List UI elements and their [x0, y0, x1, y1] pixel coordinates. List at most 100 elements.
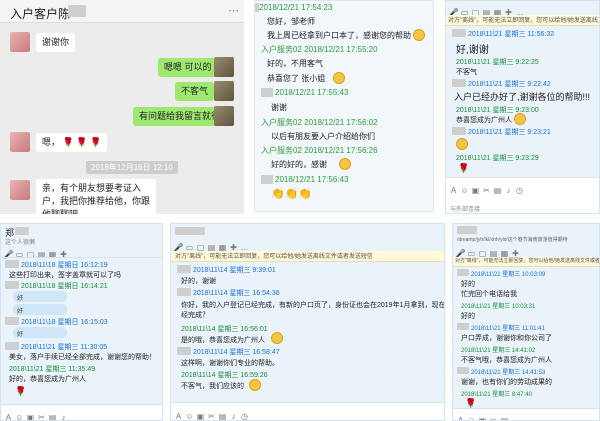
sender-time: 入户服务02 2018/12/21 17:55:20 — [261, 45, 378, 54]
message-text: 好的 — [461, 281, 475, 288]
avatar — [214, 81, 234, 101]
image-icon[interactable]: ▣ — [477, 416, 488, 420]
message-bubble: 嗯， 🌹 🌹 🌹 — [36, 133, 108, 152]
history-icon[interactable]: ◷ — [239, 412, 250, 420]
timestamp: 2018年12月16日 12:10 — [86, 161, 178, 174]
clap-emoji-icon: 👏👏👏 — [271, 188, 313, 200]
smile-emoji-icon — [271, 332, 283, 344]
emoji-icon[interactable]: ☺ — [14, 413, 25, 420]
grin-emoji-icon — [456, 138, 468, 150]
message-input-area[interactable]: A ☺ ▣ ✂ ▤ ♪ ◷ 与外部连接 — [446, 177, 599, 213]
redacted-name — [15, 227, 29, 235]
sender-time: 2018\11\21 星期三 11:56:32 — [468, 31, 555, 38]
message-bubble: 好 — [13, 327, 67, 338]
offline-notice: 对方"离线"，可能无法立即回复，您可以给他/她发送离线文件或者发送短信 — [446, 15, 599, 26]
qq-chat-panel: 🎤▭▢▤▦✚… 对方"离线"，可能无法立即回复，您可以给他/她发送离线文件或者发… — [170, 223, 445, 421]
message-text: 你好，我的入户登记已经完成，有新的户口页了，身份证也会在2019年1月拿到，现在… — [181, 302, 445, 309]
message-text: 以后有朋友要入户介绍给你们 — [271, 132, 375, 141]
redacted-name — [457, 269, 469, 276]
rose-icon: 🌹 🌹 🌹 — [62, 137, 102, 147]
message-text: 好 — [17, 332, 24, 338]
message-text: 好,谢谢 — [456, 45, 489, 56]
chat-toolbar: 🎤 ▭ ▢ ▤ ▦ ✚… — [173, 237, 250, 252]
sender-time: 2018\11\18 星期日 16:15:03 — [21, 319, 108, 326]
sender-time: 2018\11\21 星期三 10:03:31 — [461, 304, 536, 310]
message-input-area[interactable]: A ☺ ▣ ✂ ▤ ♪ ◷ — [171, 402, 444, 420]
chat-toolbar: 🎤 ▭ ▢ ▤ ▦ ✚ — [455, 243, 521, 258]
history-icon[interactable]: ◷ — [514, 186, 525, 195]
message-input-area[interactable]: A ☺ ▣ ✂ ▤ — [453, 408, 599, 420]
sender-time: 2018\11\21 星期三 11:01:41 — [471, 326, 545, 332]
font-icon[interactable]: A — [448, 186, 459, 195]
message-text: 户口弄成，谢谢你和你公司了 — [461, 335, 552, 342]
sender-time: 2018\11\21 星期三 14:41:53 — [471, 370, 546, 376]
grin-emoji-icon — [333, 72, 345, 84]
avatar — [214, 106, 234, 126]
redacted-name — [452, 29, 466, 37]
scissors-icon[interactable]: ✂ — [481, 186, 492, 195]
wechat-chat-panel: 入户客户陈 ⋯ 谢谢你 嗯嗯 可以的 不客气 有问题给我留言就行 嗯， 🌹 🌹 … — [0, 0, 244, 214]
qq-chat-panel: 郑 这个人很懒 🎤 ▭ ▢ ▤ ▦ ✚ 2018\11\18 星期日 16:12:19 这… — [0, 223, 163, 421]
sender-time: 2018\11\21 星期三 10:03:09 — [471, 272, 546, 278]
folder-icon[interactable]: ▤ — [217, 412, 228, 420]
folder-icon[interactable]: ▤ — [499, 416, 510, 420]
font-icon[interactable]: A — [455, 416, 466, 420]
chat-toolbar: 🎤 ▭ ▢ ▤ ▦ ✚… — [448, 2, 525, 17]
message-bubble: 不客气 — [175, 82, 215, 101]
redacted-name — [457, 226, 477, 234]
mic-icon[interactable]: ♪ — [503, 186, 514, 195]
sender-time: 2018\11\18 星期日 16:12:19 — [21, 262, 108, 269]
sender-time: 入户服务02 2018/12/21 17:56:02 — [261, 118, 378, 127]
divider — [1, 257, 162, 258]
message-bubble: 谢谢你 — [36, 33, 76, 52]
redacted-name — [261, 88, 273, 97]
chat-signature: /dreamp/jyh/lkl/xhh/ylx/这个春节海南旅游值得期待 — [457, 237, 568, 243]
sender-time: 2018\11\14 星期三 16:56:01 — [181, 326, 268, 333]
image-icon[interactable]: ▣ — [25, 413, 36, 420]
sender-time: 2018/12/21 17:54:23 — [259, 3, 333, 12]
more-icon[interactable]: ⋯ — [228, 5, 239, 17]
sender-time: 2018\11\14 星期三 16:58:47 — [193, 349, 280, 356]
font-icon[interactable]: A — [3, 413, 14, 420]
sender-time: 入户服务02 2018/12/21 17:56:26 — [261, 146, 378, 155]
folder-icon[interactable]: ▤ — [492, 186, 503, 195]
message-text: 您好，邹老师 — [267, 17, 315, 26]
image-icon[interactable]: ▣ — [470, 186, 481, 195]
emoji-icon[interactable]: ☺ — [184, 412, 195, 420]
sender-time: 2018\11\21 星期三 9:23:00 — [456, 107, 539, 114]
message-text: 忙完回个电话给我 — [461, 291, 517, 298]
mic-icon[interactable]: ♪ — [58, 413, 69, 420]
qq-chat-panel: /dreamp/jyh/lkl/xhh/ylx/这个春节海南旅游值得期待 🎤 ▭ ▢… — [452, 223, 600, 421]
font-icon[interactable]: A — [173, 412, 184, 420]
redacted-name — [177, 288, 191, 296]
message-input-area[interactable]: A ☺ ▣ ✂ ▤ ♪ — [1, 404, 162, 420]
message-text: 这些打印出来，签字盖章就可以了吗 — [9, 272, 121, 279]
message-text: 是的哦，恭喜您成为广州人 — [181, 337, 265, 344]
smile-emoji-icon — [249, 379, 261, 391]
sender-time: 2018/12/21 17:56:43 — [275, 175, 349, 184]
sender-time: 2018\11\21 星期三 14:41:02 — [461, 348, 536, 354]
scissors-icon[interactable]: ✂ — [488, 416, 499, 420]
offline-notice: 对方"离线"，可能无法立即回复，您可以给他/她发送离线文件或者发送短信 — [453, 257, 599, 267]
message-text: 不客气哦，恭喜您成为广州人 — [461, 357, 552, 364]
message-text: 好的，恭喜您成为广州人 — [9, 376, 86, 383]
scissors-icon[interactable]: ✂ — [36, 413, 47, 420]
message-text: 好的好的，感谢 — [271, 160, 327, 169]
chat-title: 入户客户陈 — [10, 7, 71, 21]
message-text: 好的，不用客气 — [267, 59, 323, 68]
image-icon[interactable]: ▣ — [195, 412, 206, 420]
offline-notice: 对方"离线"，可能无法立即回复，您可以给他/她发送离线文件或者发送短信 — [171, 251, 444, 262]
input-toolbar: A ☺ ▣ ✂ ▤ ♪ ◷ — [173, 406, 250, 420]
smile-emoji-icon — [514, 113, 526, 125]
message-text: 我上周已经拿到户口本了，感谢您的帮助 — [267, 31, 411, 40]
emoji-icon[interactable]: ☺ — [466, 416, 477, 420]
message-bubble: 好 — [13, 291, 67, 302]
emoji-icon[interactable]: ☺ — [459, 186, 470, 195]
avatar — [10, 132, 30, 152]
sender-time: 2018\11\21 星期三 11:35:49 — [9, 366, 96, 373]
message-text: 经完成？ — [181, 312, 209, 319]
scissors-icon[interactable]: ✂ — [206, 412, 217, 420]
mic-icon[interactable]: ♪ — [228, 412, 239, 420]
folder-icon[interactable]: ▤ — [47, 413, 58, 420]
redacted-name — [261, 175, 273, 184]
